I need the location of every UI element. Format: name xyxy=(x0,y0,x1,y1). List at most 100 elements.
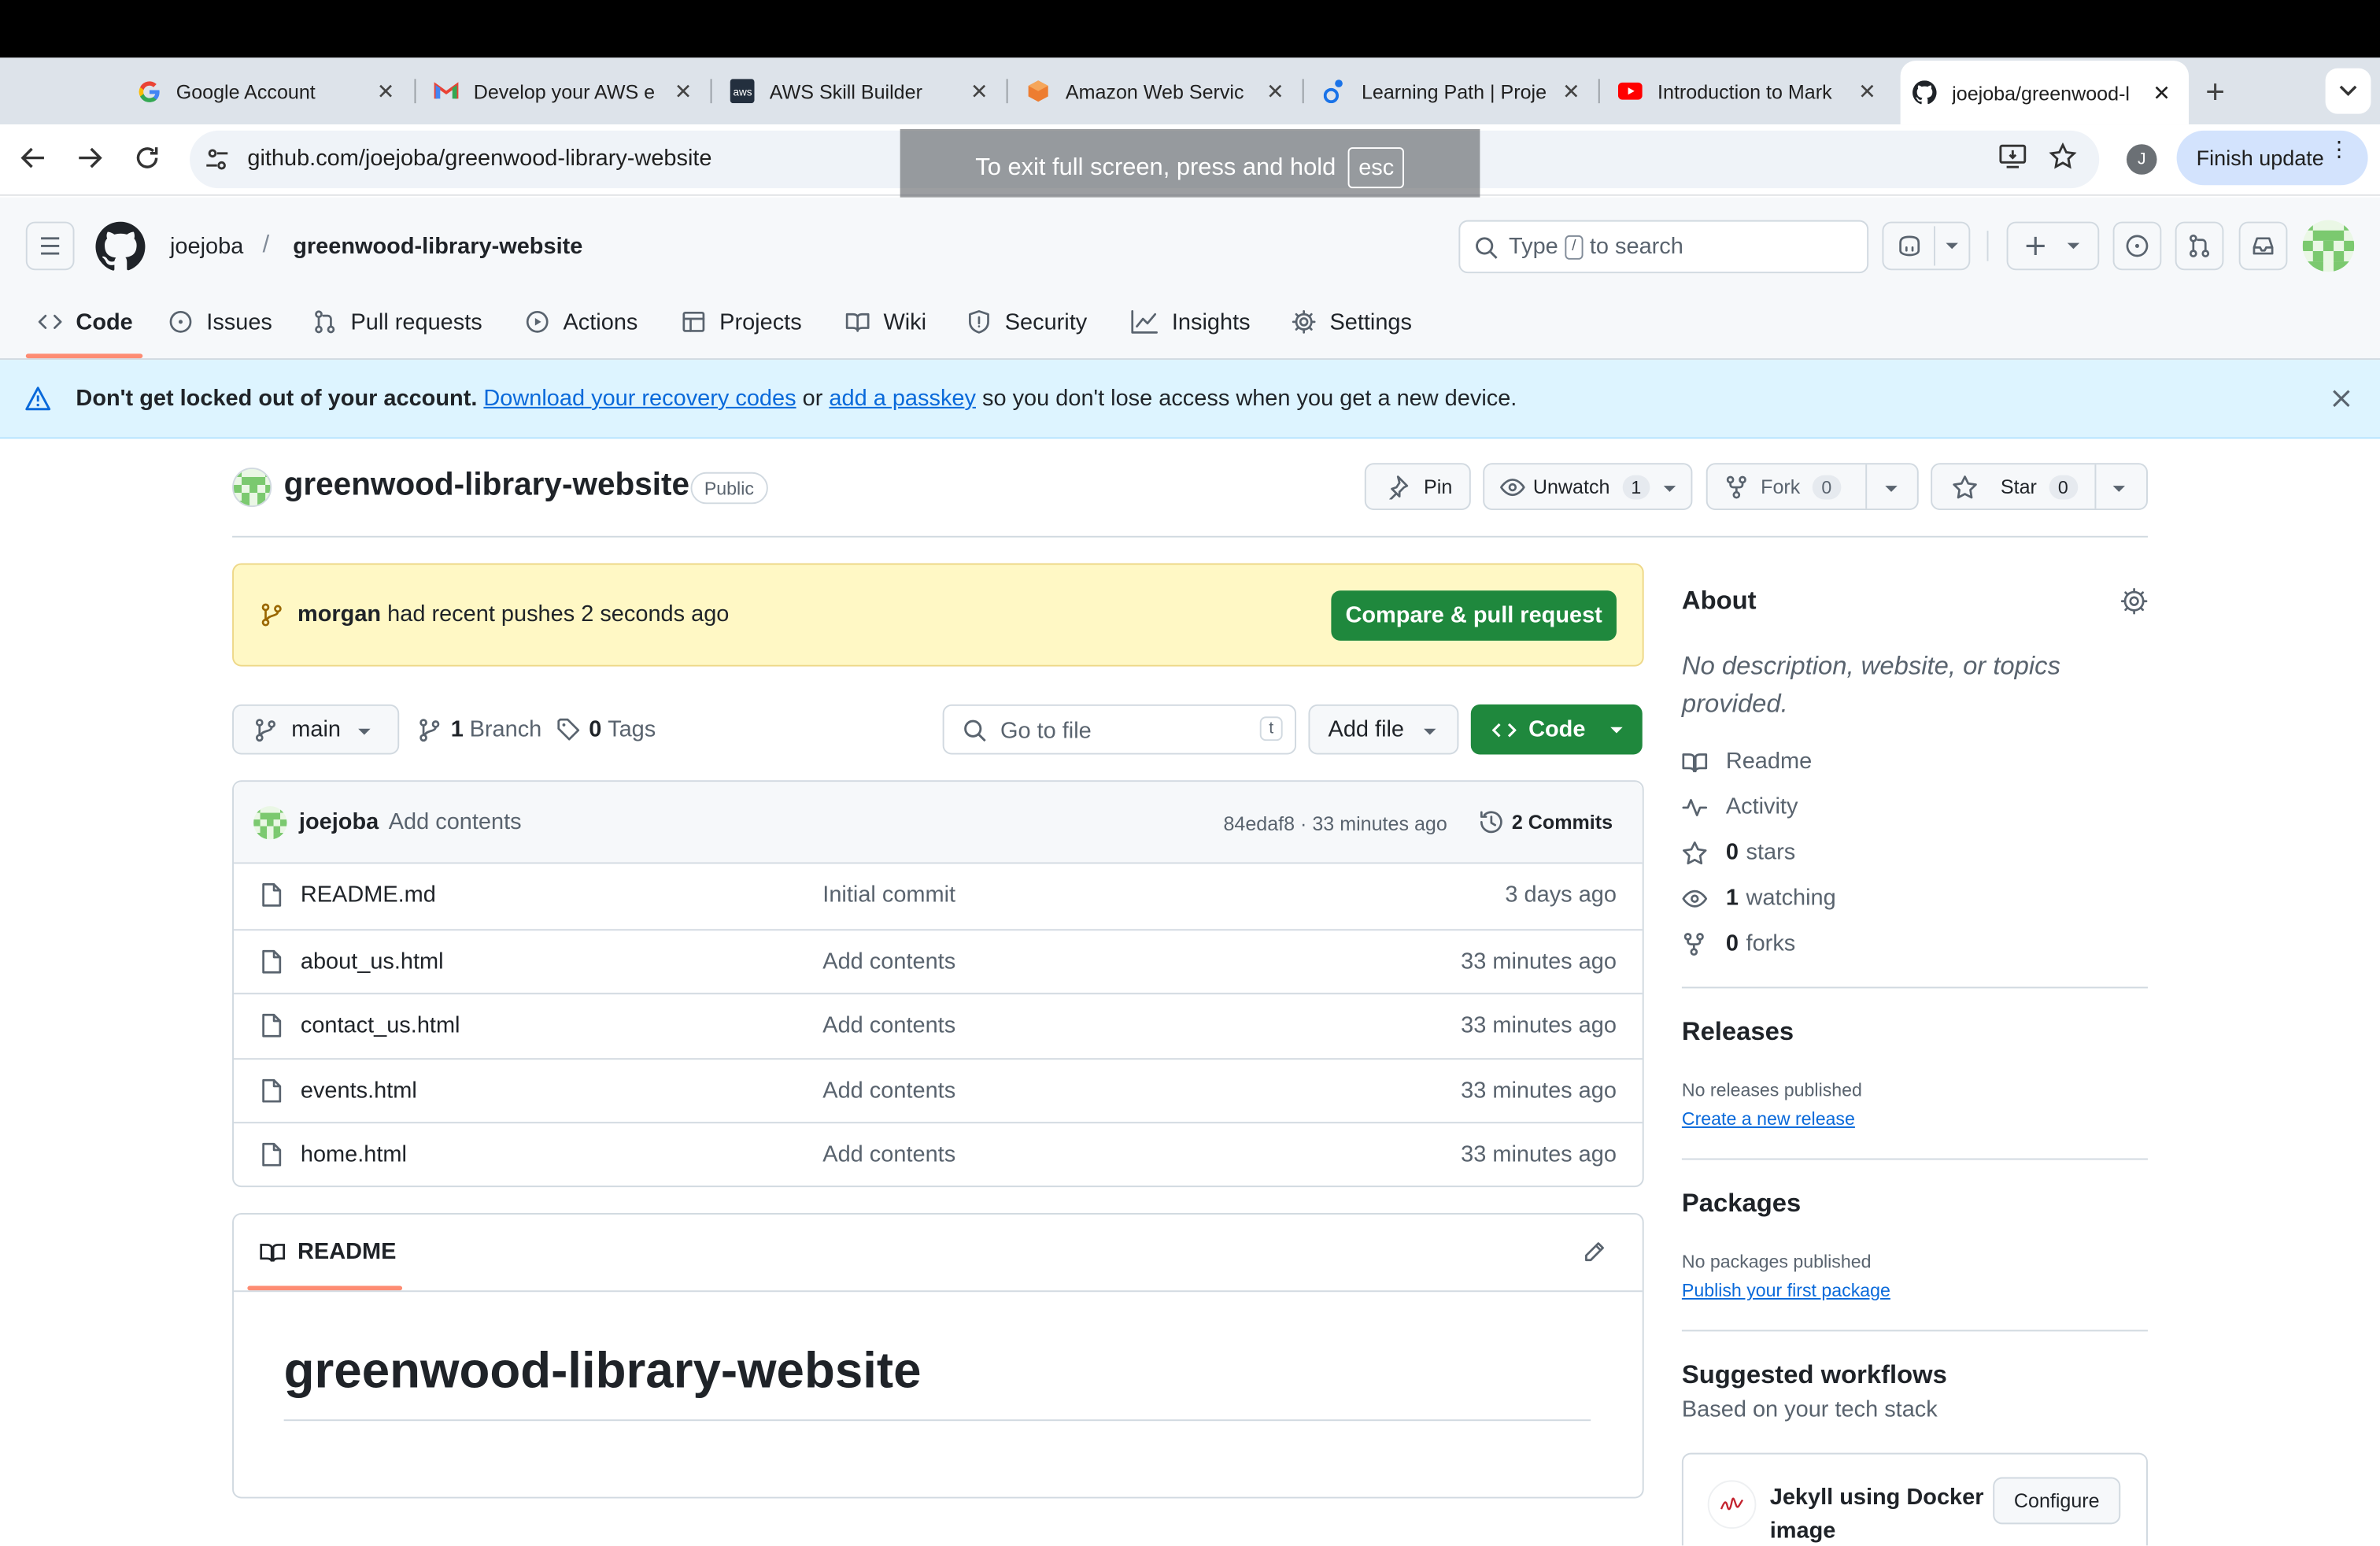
tab-pull-requests[interactable]: Pull requests xyxy=(312,304,482,340)
stars-link[interactable]: 0 stars xyxy=(1682,840,1795,865)
create-release-link[interactable]: Create a new release xyxy=(1682,1108,1855,1130)
bookmark-star-icon[interactable] xyxy=(2049,142,2077,170)
tab-close-icon[interactable]: ✕ xyxy=(970,78,989,104)
add-file-button[interactable]: Add file xyxy=(1308,704,1459,755)
repo-owner-link[interactable]: joejoba xyxy=(170,234,243,260)
table-row[interactable]: about_us.html Add contents 33 minutes ago xyxy=(234,929,1643,993)
tab-close-icon[interactable]: ✕ xyxy=(1266,78,1284,104)
tab-issues[interactable]: Issues xyxy=(168,304,272,340)
packages-heading[interactable]: Packages xyxy=(1682,1189,1801,1219)
tab-close-icon[interactable]: ✕ xyxy=(674,78,693,104)
tab-close-icon[interactable]: ✕ xyxy=(1858,78,1876,104)
branch-selector[interactable]: main xyxy=(232,704,400,755)
star-button[interactable]: Star 0 xyxy=(1931,463,2148,511)
commit-author-avatar[interactable] xyxy=(253,806,287,840)
tab-google-account[interactable]: Google Account ✕ xyxy=(137,68,395,114)
site-info-icon[interactable] xyxy=(203,146,231,173)
go-to-file-input[interactable]: Go to file t xyxy=(942,704,1297,755)
tab-close-icon[interactable]: ✕ xyxy=(377,78,395,104)
tab-wiki[interactable]: Wiki xyxy=(845,304,926,340)
file-name[interactable]: README.md xyxy=(301,882,436,908)
commit-author[interactable]: joejoba xyxy=(299,809,379,835)
menu-icon xyxy=(41,237,60,255)
activity-link[interactable]: Activity xyxy=(1682,794,1798,819)
releases-heading[interactable]: Releases xyxy=(1682,1017,1794,1048)
tab-security[interactable]: Security xyxy=(967,304,1087,340)
tags-link[interactable]: 0 Tags xyxy=(557,716,656,742)
readme-link[interactable]: Readme xyxy=(1682,749,1812,775)
commit-message[interactable]: Add contents xyxy=(389,809,522,835)
file-commit-msg[interactable]: Add contents xyxy=(822,949,955,975)
pin-button[interactable]: Pin xyxy=(1364,463,1471,511)
issues-button[interactable] xyxy=(2112,221,2162,271)
unwatch-button[interactable]: Unwatch 1 xyxy=(1483,463,1693,511)
add-passkey-link[interactable]: add a passkey xyxy=(829,386,976,412)
create-new-button[interactable] xyxy=(2006,221,2100,271)
close-icon[interactable] xyxy=(2331,389,2351,409)
gear-icon[interactable] xyxy=(2120,587,2148,615)
tab-close-icon[interactable]: ✕ xyxy=(2153,80,2171,105)
file-commit-msg[interactable]: Add contents xyxy=(822,1141,955,1167)
table-row[interactable]: contact_us.html Add contents 33 minutes ag… xyxy=(234,993,1643,1056)
file-name[interactable]: home.html xyxy=(301,1141,407,1167)
pull-requests-button[interactable] xyxy=(2175,221,2224,271)
hamburger-menu-button[interactable] xyxy=(25,221,75,271)
user-avatar[interactable] xyxy=(2302,220,2355,272)
github-logo-icon[interactable] xyxy=(95,221,146,272)
fork-button[interactable]: Fork 0 xyxy=(1706,463,1919,511)
inbox-button[interactable] xyxy=(2238,221,2288,271)
tab-code[interactable]: Code xyxy=(38,304,133,340)
profile-avatar[interactable]: J xyxy=(2126,144,2157,175)
file-commit-msg[interactable]: Add contents xyxy=(822,1012,955,1038)
file-commit-msg[interactable]: Initial commit xyxy=(822,882,955,908)
commits-link[interactable]: 2 Commits xyxy=(1478,809,1613,835)
tab-search-button[interactable] xyxy=(2325,68,2371,114)
watching-link[interactable]: 1 watching xyxy=(1682,885,1836,911)
readme-heading: greenwood-library-website xyxy=(283,1341,922,1399)
tab-gmail[interactable]: Develop your AWS e ✕ xyxy=(434,68,693,114)
readme-tab[interactable]: README xyxy=(260,1239,396,1265)
forward-icon[interactable] xyxy=(76,144,103,172)
table-row[interactable]: README.md Initial commit 3 days ago xyxy=(234,864,1643,927)
file-name[interactable]: contact_us.html xyxy=(301,1012,460,1038)
tab-settings[interactable]: Settings xyxy=(1292,304,1412,340)
tab-amazon-web-services[interactable]: Amazon Web Servic ✕ xyxy=(1026,68,1284,114)
finish-update-button[interactable]: Finish update ⋮ xyxy=(2176,130,2368,186)
branches-link[interactable]: 1 Branch xyxy=(419,716,541,742)
forks-link[interactable]: 0 forks xyxy=(1682,930,1795,956)
new-tab-button[interactable]: + xyxy=(2205,73,2225,113)
tab-actions[interactable]: Actions xyxy=(525,304,638,340)
repo-name-link[interactable]: greenwood-library-website xyxy=(293,234,582,260)
fullscreen-toast: To exit full screen, press and hold esc xyxy=(900,129,1480,206)
tab-insights[interactable]: Insights xyxy=(1131,304,1251,340)
file-name[interactable]: events.html xyxy=(301,1078,417,1104)
star-icon xyxy=(1953,475,1977,498)
search-input[interactable]: Type / to search xyxy=(1458,220,1869,274)
recovery-codes-link[interactable]: Download your recovery codes xyxy=(483,386,796,412)
tab-close-icon[interactable]: ✕ xyxy=(1562,78,1580,104)
reload-icon[interactable] xyxy=(134,144,161,172)
file-commit-msg[interactable]: Add contents xyxy=(822,1078,955,1104)
url-text[interactable]: github.com/joejoba/greenwood-library-web… xyxy=(247,146,711,172)
tab-youtube[interactable]: Introduction to Mark ✕ xyxy=(1617,68,1876,114)
install-app-icon[interactable] xyxy=(1998,142,2028,170)
publish-package-link[interactable]: Publish your first package xyxy=(1682,1280,1890,1301)
tab-projects[interactable]: Projects xyxy=(682,304,802,340)
configure-button[interactable]: Configure xyxy=(1993,1477,2121,1525)
table-row[interactable]: events.html Add contents 33 minutes ago xyxy=(234,1058,1643,1122)
repo-owner-avatar[interactable] xyxy=(232,468,272,508)
code-dropdown-button[interactable]: Code xyxy=(1470,704,1643,755)
repo-title[interactable]: greenwood-library-website xyxy=(284,468,689,504)
back-icon[interactable] xyxy=(20,144,47,172)
search-prefix: Type xyxy=(1509,234,1558,260)
table-row[interactable]: home.html Add contents 33 minutes ago xyxy=(234,1122,1643,1185)
tab-github-active[interactable]: joejoba/greenwood-l ✕ xyxy=(1900,61,2190,125)
eye-icon xyxy=(1500,478,1525,496)
copilot-button[interactable] xyxy=(1882,221,1971,271)
compare-pull-request-button[interactable]: Compare & pull request xyxy=(1331,590,1617,641)
tab-learning-path[interactable]: Learning Path | Proje ✕ xyxy=(1322,68,1580,114)
tab-aws-skill-builder[interactable]: aws AWS Skill Builder ✕ xyxy=(730,68,989,114)
file-name[interactable]: about_us.html xyxy=(301,949,444,975)
commit-meta[interactable]: 84edaf8 · 33 minutes ago xyxy=(1223,812,1447,835)
edit-pencil-icon[interactable] xyxy=(1582,1241,1606,1265)
